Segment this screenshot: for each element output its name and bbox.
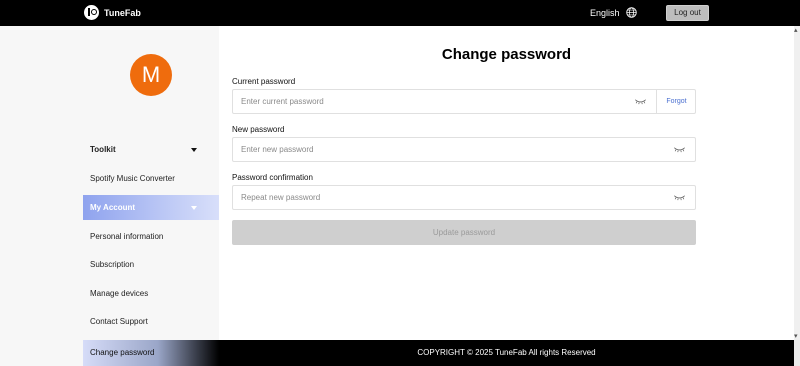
eye-closed-icon[interactable] bbox=[634, 98, 647, 105]
sidebar-item-label: Personal information bbox=[90, 232, 164, 241]
sidebar-item-label: Subscription bbox=[90, 260, 135, 269]
sidebar-item-toolkit[interactable]: Toolkit bbox=[83, 137, 219, 162]
password-confirmation-input[interactable] bbox=[233, 186, 663, 209]
current-password-field: Forgot bbox=[232, 89, 696, 114]
copyright-text: COPYRIGHT © 2025 TuneFab All rights Rese… bbox=[417, 348, 596, 357]
top-bar: TuneFab English Log out bbox=[0, 0, 800, 26]
brand-name: TuneFab bbox=[104, 7, 141, 18]
eye-closed-icon[interactable] bbox=[673, 146, 686, 153]
logout-button[interactable]: Log out bbox=[666, 5, 709, 21]
language-selector[interactable]: English bbox=[590, 7, 637, 18]
sidebar-item-contact-support[interactable]: Contact Support bbox=[83, 309, 219, 334]
page-title: Change password bbox=[441, 46, 572, 63]
sidebar-item-label: My Account bbox=[90, 203, 136, 212]
scrollbar[interactable] bbox=[794, 26, 800, 340]
current-password-label: Current password bbox=[232, 77, 296, 86]
new-password-input[interactable] bbox=[233, 138, 663, 161]
tunefab-logo-icon bbox=[84, 5, 99, 20]
chevron-down-icon bbox=[191, 148, 197, 152]
footer: COPYRIGHT © 2025 TuneFab All rights Rese… bbox=[219, 340, 794, 366]
sidebar-item-manage-devices[interactable]: Manage devices bbox=[83, 281, 219, 306]
sidebar-bottom: Change password bbox=[0, 340, 219, 366]
sidebar: M Toolkit Spotify Music Converter My Acc… bbox=[0, 26, 219, 340]
new-password-field bbox=[232, 137, 696, 162]
sidebar-item-spotify-music-converter[interactable]: Spotify Music Converter bbox=[83, 166, 219, 191]
language-label: English bbox=[590, 7, 620, 18]
brand-logo[interactable]: TuneFab bbox=[84, 5, 141, 20]
sidebar-item-label: Contact Support bbox=[90, 317, 148, 326]
sidebar-item-change-password[interactable]: Change password bbox=[83, 340, 219, 366]
sidebar-item-label: Toolkit bbox=[90, 145, 116, 154]
password-confirmation-label: Password confirmation bbox=[232, 173, 313, 182]
current-password-input[interactable] bbox=[233, 90, 628, 113]
forgot-password-link[interactable]: Forgot bbox=[656, 90, 696, 113]
globe-icon bbox=[625, 7, 637, 18]
sidebar-item-subscription[interactable]: Subscription bbox=[83, 252, 219, 277]
sidebar-item-my-account[interactable]: My Account bbox=[83, 195, 219, 220]
sidebar-item-label: Spotify Music Converter bbox=[90, 174, 175, 183]
sidebar-item-label: Manage devices bbox=[90, 289, 149, 298]
update-password-button[interactable]: Update password bbox=[232, 220, 696, 245]
page-body: M Toolkit Spotify Music Converter My Acc… bbox=[0, 26, 794, 340]
sidebar-item-label: Change password bbox=[90, 348, 155, 357]
sidebar-item-personal-information[interactable]: Personal information bbox=[83, 224, 219, 249]
new-password-label: New password bbox=[232, 125, 285, 134]
change-password-panel: Change password Current password Forgot … bbox=[219, 26, 794, 340]
eye-closed-icon[interactable] bbox=[673, 194, 686, 201]
avatar: M bbox=[130, 54, 172, 96]
chevron-down-icon bbox=[191, 206, 197, 210]
password-confirmation-field bbox=[232, 185, 696, 210]
